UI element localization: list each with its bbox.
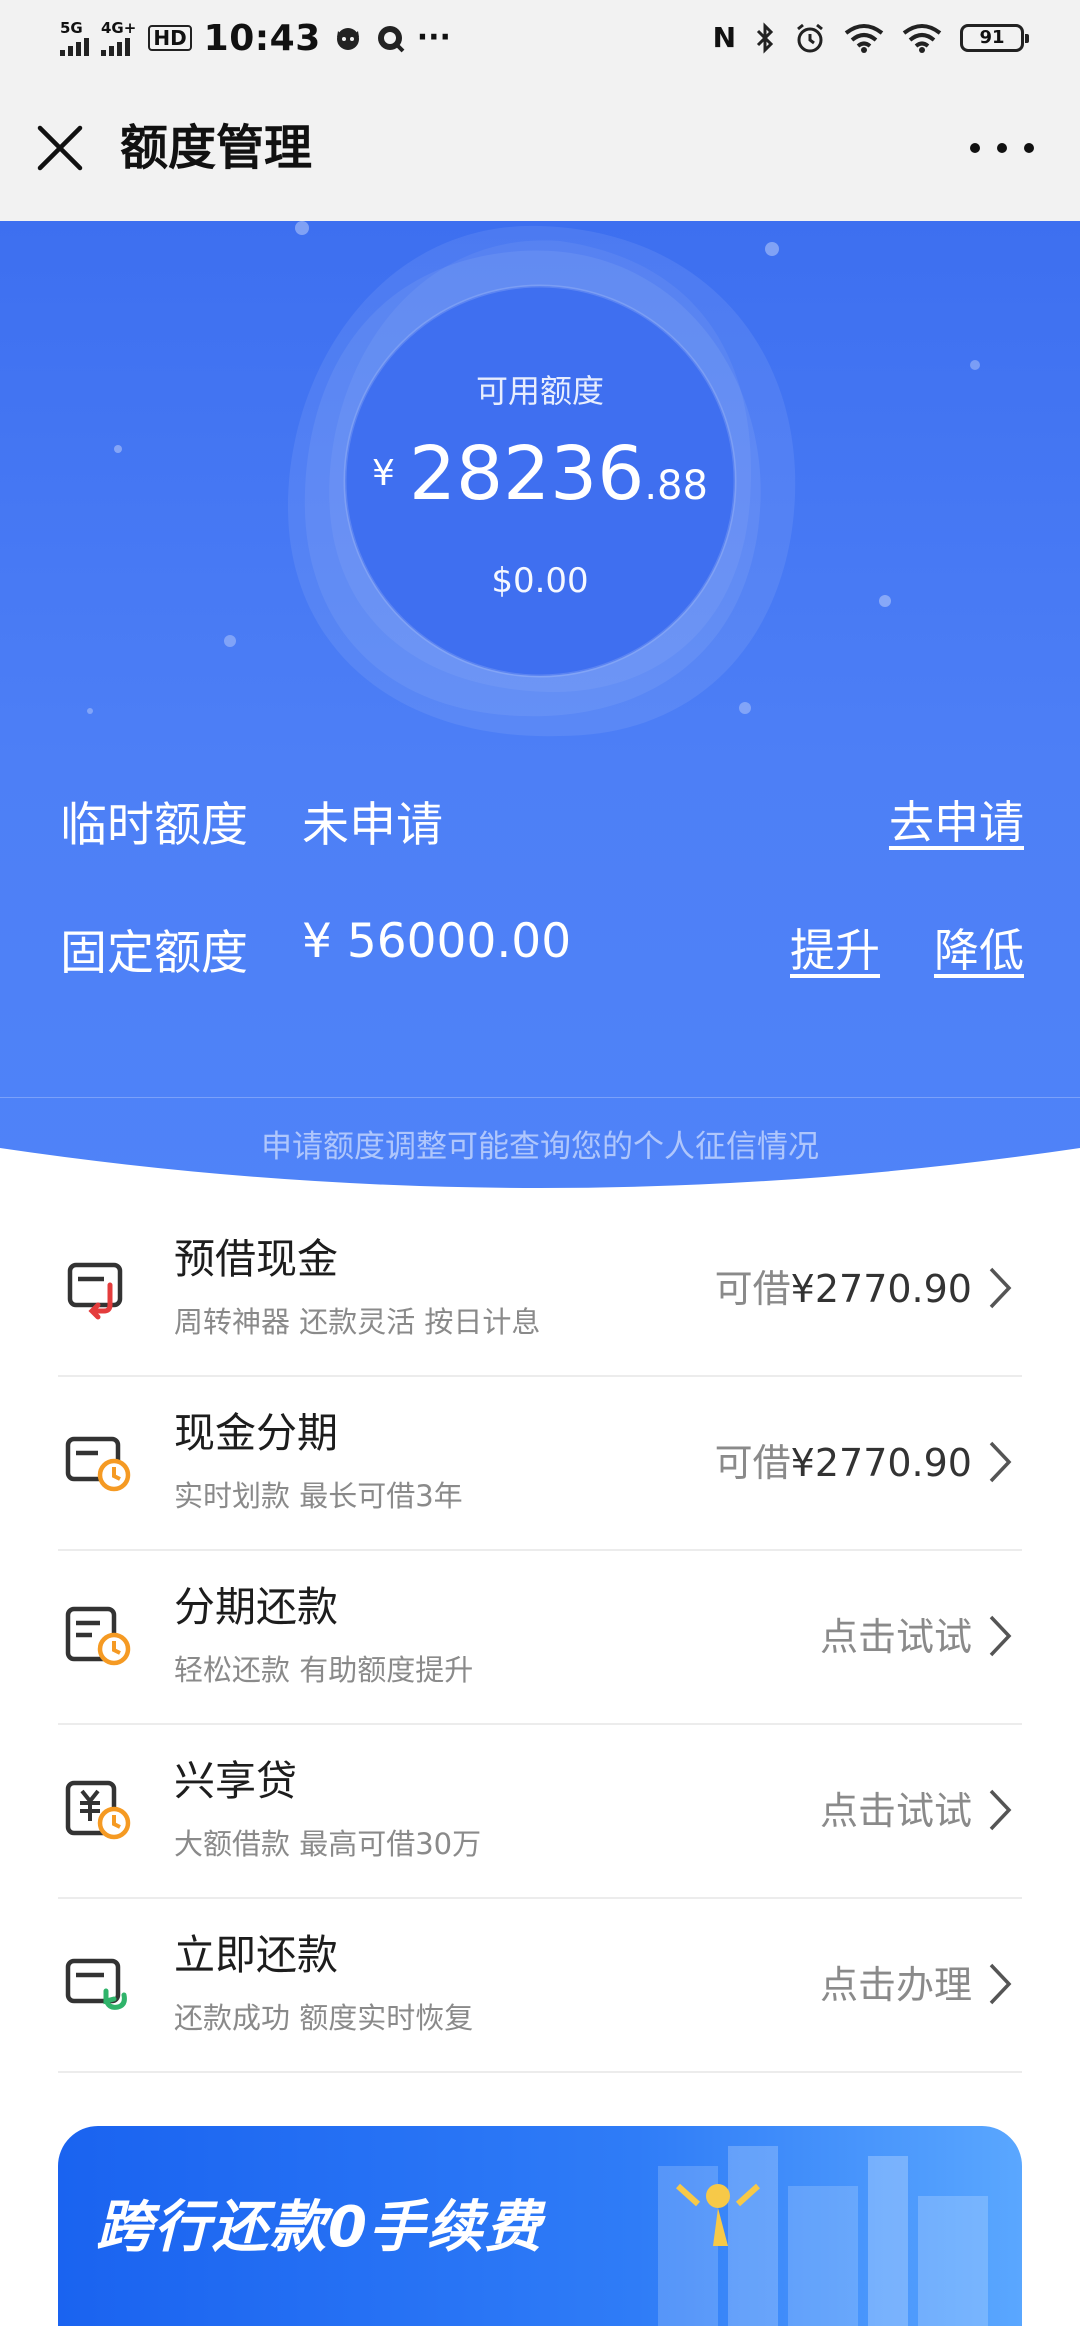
signal-4g: 4G+: [101, 20, 136, 56]
cash-advance-icon: [67, 1262, 123, 1320]
hero-bottom-curve: [0, 1148, 1080, 1208]
chevron-right-icon: [989, 1789, 1012, 1831]
list-item-title: 现金分期: [174, 1409, 338, 1457]
temporary-credit-label: 临时额度: [60, 798, 248, 853]
loan-icon: [65, 1780, 131, 1840]
list-item-subtitle: 实时划款 最长可借3年: [174, 1479, 463, 1513]
signal-bars-icon: [60, 36, 89, 56]
chevron-right-icon: [989, 1441, 1012, 1483]
chevron-right-icon: [989, 1963, 1012, 2005]
chevron-right-icon: [989, 1615, 1012, 1657]
list-item-xingxiang-loan[interactable]: 兴享贷 大额借款 最高可借30万 点击试试: [0, 1725, 1080, 1899]
list-item-repay-now[interactable]: 立即还款 还款成功 额度实时恢复 点击办理: [0, 1899, 1080, 2073]
list-item-subtitle: 大额借款 最高可借30万: [174, 1827, 482, 1861]
nfc-icon: N: [712, 21, 736, 54]
credit-summary-panel: 可用额度 ¥28236.88 $0.00 临时额度 未申请 去申请 固定额度 ¥…: [0, 221, 1080, 1201]
available-credit-amount: ¥28236.88: [0, 431, 1080, 517]
title-bar: 额度管理: [0, 75, 1080, 221]
alarm-icon: [797, 23, 823, 53]
cat-face-icon: [336, 28, 359, 50]
list-item-installment-repayment[interactable]: 分期还款 轻松还款 有助额度提升 点击试试: [0, 1551, 1080, 1725]
more-options-icon[interactable]: [970, 125, 1034, 171]
close-icon[interactable]: [34, 122, 86, 174]
available-amount: ¥2770.90: [790, 1267, 972, 1311]
network-type-label: 5G: [60, 19, 83, 37]
page-title: 额度管理: [120, 120, 313, 176]
banner-title: 跨行还款0手续费: [96, 2195, 543, 2260]
list-item-title: 预借现金: [174, 1235, 338, 1283]
list-item-title: 立即还款: [174, 1931, 338, 1979]
list-item-action-text: 点击办理: [819, 1963, 972, 2007]
list-item-action-text: 点击试试: [819, 1789, 972, 1833]
available-label: 可借: [714, 1441, 791, 1485]
fixed-credit-value: ¥ 56000.00: [302, 914, 572, 969]
repay-now-icon: [65, 1958, 127, 2010]
cash-installment-icon: [65, 1436, 131, 1492]
wifi-icon: [844, 24, 884, 53]
available-credit-integer: 28236: [408, 431, 645, 517]
available-amount: ¥2770.90: [790, 1441, 972, 1485]
list-item-subtitle: 周转神器 还款灵活 按日计息: [174, 1305, 541, 1339]
status-time: 10:43: [203, 17, 321, 59]
list-item-subtitle: 还款成功 额度实时恢复: [174, 2001, 474, 2035]
service-list: 预借现金 周转神器 还款灵活 按日计息 可借¥2770.90 现金分期 实时划款…: [0, 1203, 1080, 2073]
temporary-credit-value: 未申请: [302, 798, 443, 853]
fixed-credit-label: 固定额度: [60, 926, 248, 981]
available-credit-decimal: .88: [644, 463, 708, 509]
divider: [0, 1097, 1080, 1098]
currency-symbol: ¥: [372, 453, 395, 494]
list-item-value: 可借¥2770.90: [715, 1432, 972, 1487]
chat-bubble-icon: [377, 26, 405, 53]
wifi-icon-2: [902, 24, 942, 53]
more-notifications-icon: ···: [416, 20, 451, 55]
usd-credit-amount: $0.00: [491, 561, 589, 601]
divider: [58, 2071, 1022, 2073]
apply-temporary-credit-link[interactable]: 去申请: [889, 786, 1024, 851]
hd-voice-icon: HD: [148, 25, 192, 51]
signal-bars-icon: [101, 36, 130, 56]
signal-5g: 5G: [60, 20, 89, 56]
raise-credit-link[interactable]: 提升: [790, 914, 880, 979]
list-item-subtitle: 轻松还款 有助额度提升: [174, 1653, 474, 1687]
network-type-label: 4G+: [101, 19, 137, 37]
list-item-action-text: 点击试试: [819, 1615, 972, 1659]
chevron-right-icon: [989, 1267, 1012, 1309]
battery-icon: 91: [960, 24, 1029, 52]
list-item-cash-installment[interactable]: 现金分期 实时划款 最长可借3年 可借¥2770.90: [0, 1377, 1080, 1551]
list-item-cash-advance[interactable]: 预借现金 周转神器 还款灵活 按日计息 可借¥2770.90: [0, 1203, 1080, 1377]
available-credit-label: 可用额度: [475, 372, 604, 410]
promo-banner[interactable]: 跨行还款0手续费: [58, 2126, 1022, 2326]
list-item-value: 可借¥2770.90: [715, 1258, 972, 1313]
list-item-title: 兴享贷: [174, 1757, 297, 1805]
lower-credit-link[interactable]: 降低: [934, 914, 1024, 979]
status-bar: 5G 4G+ HD 10:43 ··· N 91: [0, 0, 1080, 75]
available-label: 可借: [714, 1267, 791, 1311]
installment-repay-icon: [65, 1606, 131, 1666]
bluetooth-icon: [756, 22, 774, 54]
list-item-title: 分期还款: [174, 1583, 338, 1631]
